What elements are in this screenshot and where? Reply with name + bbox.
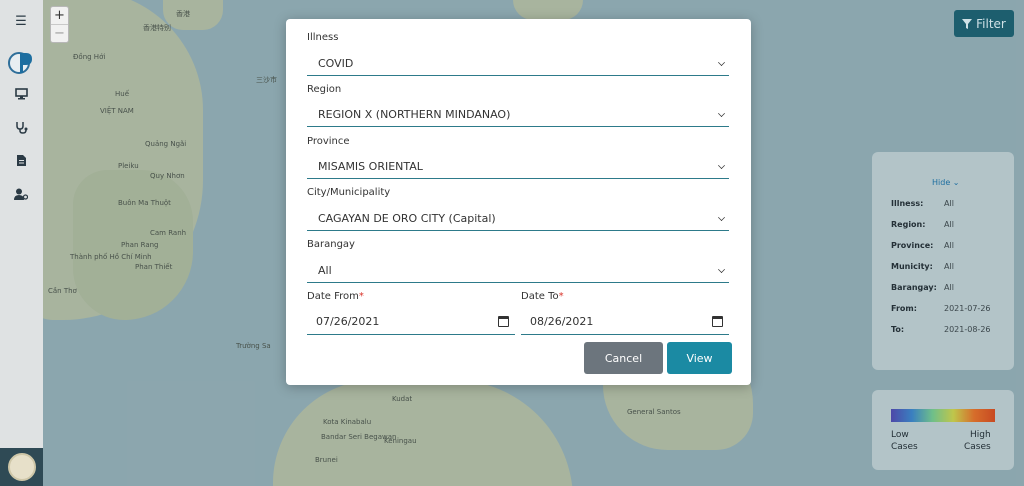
summary-row-to: To: 2021-08-26 [891,325,991,334]
date-to-input[interactable]: 08/26/2021 [521,309,729,335]
hide-link[interactable]: Hide ⌄ [932,178,960,187]
cases-legend: Low Cases High Cases [872,390,1014,470]
illness-label: Illness [307,32,339,43]
document-icon[interactable] [11,150,31,170]
calendar-icon[interactable] [498,316,509,327]
summary-row-from: From: 2021-07-26 [891,304,991,313]
chevron-down-icon [718,266,725,273]
summary-key: To: [891,325,905,334]
required-mark: * [358,291,364,302]
barangay-select[interactable]: All [307,259,729,283]
barangay-value: All [318,264,332,277]
city-select[interactable]: CAGAYAN DE ORO CITY (Capital) [307,207,729,231]
barangay-label: Barangay [307,239,355,250]
date-to-label-text: Date To [521,291,559,302]
region-value: REGION X (NORTHERN MINDANAO) [318,108,511,121]
left-sidebar: ☰ [0,0,43,486]
summary-value: 2021-08-26 [944,325,991,334]
chevron-down-icon [718,214,725,221]
user-settings-icon[interactable] [11,184,31,204]
summary-row-region: Region: All [891,220,954,229]
avatar[interactable] [7,453,36,481]
date-from-input[interactable]: 07/26/2021 [307,309,515,335]
zoom-control: + − [50,6,69,43]
summary-key: Region: [891,220,926,229]
date-from-value: 07/26/2021 [316,315,380,328]
province-label: Province [307,136,350,147]
stethoscope-icon[interactable] [11,117,31,137]
summary-row-province: Province: All [891,241,954,250]
illness-value: COVID [318,57,354,70]
cancel-button[interactable]: Cancel [584,342,663,374]
hide-label: Hide [932,178,951,187]
legend-gradient [891,409,995,422]
calendar-icon[interactable] [712,316,723,327]
summary-value: All [944,199,954,208]
summary-key: From: [891,304,917,313]
zoom-out-button[interactable]: − [51,24,68,41]
province-select[interactable]: MISAMIS ORIENTAL [307,155,729,179]
summary-row-barangay: Barangay: All [891,283,954,292]
region-select[interactable]: REGION X (NORTHERN MINDANAO) [307,103,729,127]
chevron-down-icon: ⌄ [952,178,960,187]
chevron-down-icon [718,162,725,169]
filter-modal: Illness COVID Region REGION X (NORTHERN … [286,19,751,385]
user-avatar-area[interactable] [0,448,43,486]
summary-key: Municity: [891,262,933,271]
summary-value: All [944,241,954,250]
summary-key: Barangay: [891,283,937,292]
city-value: CAGAYAN DE ORO CITY (Capital) [318,212,496,225]
province-value: MISAMIS ORIENTAL [318,160,423,173]
view-button[interactable]: View [667,342,732,374]
summary-row-illness: Illness: All [891,199,954,208]
summary-row-municity: Municity: All [891,262,954,271]
summary-value: All [944,262,954,271]
chevron-down-icon [718,59,725,66]
summary-value: All [944,220,954,229]
filter-button-label: Filter [976,16,1006,31]
illness-select[interactable]: COVID [307,52,729,76]
date-from-label-text: Date From [307,291,359,302]
city-label: City/Municipality [307,187,391,198]
legend-high-label: High Cases [964,430,991,452]
filter-summary-panel: Hide ⌄ Illness: All Region: All Province: A… [872,152,1014,370]
zoom-in-button[interactable]: + [51,7,68,24]
monitor-icon[interactable] [11,84,31,104]
date-to-label: Date To* [521,291,564,302]
summary-key: Illness: [891,199,924,208]
summary-key: Province: [891,241,934,250]
date-to-value: 08/26/2021 [530,315,594,328]
required-mark: * [558,291,564,302]
chevron-down-icon [718,110,725,117]
date-from-label: Date From* [307,291,364,302]
filter-button[interactable]: Filter [954,10,1014,37]
funnel-icon [962,18,973,29]
region-label: Region [307,84,342,95]
summary-value: 2021-07-26 [944,304,991,313]
summary-value: All [944,283,954,292]
app-logo[interactable] [6,48,36,76]
legend-low-label: Low Cases [891,430,918,452]
menu-icon[interactable]: ☰ [11,11,31,31]
